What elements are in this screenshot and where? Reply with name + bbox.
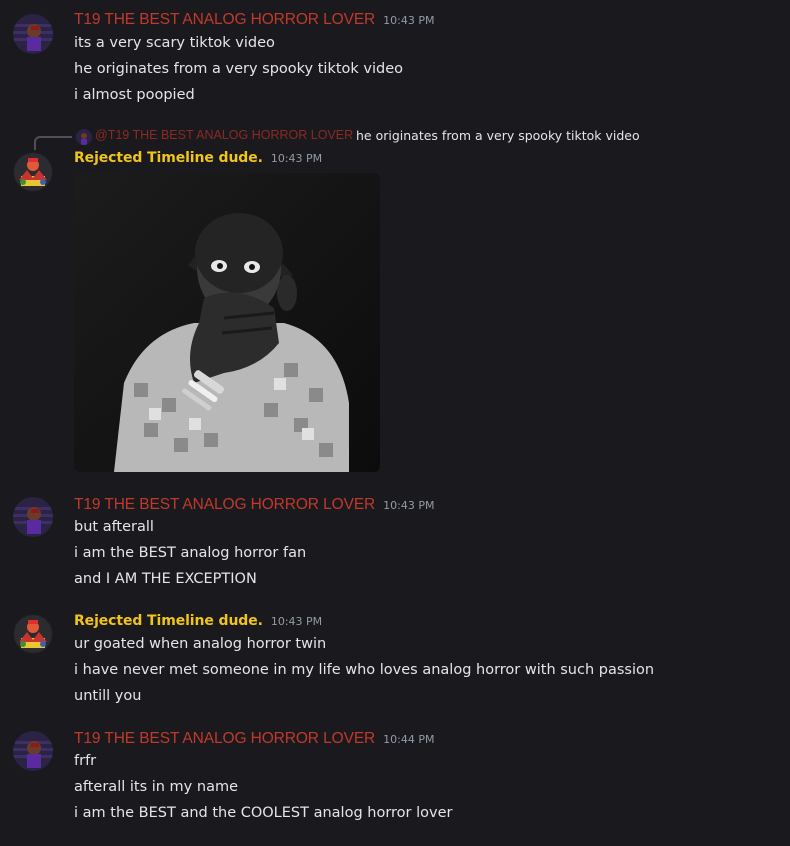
username[interactable]: T19 THE BEST ANALOG HORROR LOVER [74, 11, 375, 29]
message-text: he originates from a very spooky tiktok … [74, 61, 404, 77]
timestamp: 10:43 PM [270, 152, 323, 165]
avatar[interactable] [13, 731, 53, 771]
timestamp: 10:43 PM [270, 615, 323, 628]
message-text: i almost poopied [74, 87, 195, 103]
message-text: afterall its in my name [74, 779, 238, 795]
reply-preview[interactable]: he originates from a very spooky tiktok … [356, 128, 640, 143]
message-text: i have never met someone in my life who … [74, 662, 655, 678]
message-text: untill you [74, 688, 142, 704]
timestamp: 10:43 PM [383, 14, 435, 27]
message-text: i am the BEST and the COOLEST analog hor… [74, 805, 453, 821]
reply-connector [34, 136, 72, 150]
message-text: i am the BEST analog horror fan [74, 545, 307, 561]
message-text: frfr [74, 753, 97, 769]
avatar[interactable] [13, 152, 53, 192]
username[interactable]: Rejected Timeline dude. [74, 613, 263, 629]
username[interactable]: Rejected Timeline dude. [74, 150, 263, 166]
username[interactable]: T19 THE BEST ANALOG HORROR LOVER [74, 730, 375, 748]
timestamp: 10:44 PM [383, 733, 435, 746]
username[interactable]: T19 THE BEST ANALOG HORROR LOVER [74, 496, 375, 514]
message-text: ur goated when analog horror twin [74, 636, 327, 652]
reply-avatar [76, 129, 92, 145]
avatar[interactable] [13, 497, 53, 537]
message-text: its a very scary tiktok video [74, 35, 275, 51]
reply-mention[interactable]: @T19 THE BEST ANALOG HORROR LOVER [95, 128, 353, 142]
avatar[interactable] [13, 614, 53, 654]
avatar[interactable] [13, 14, 53, 54]
timestamp: 10:43 PM [383, 499, 435, 512]
message-text: but afterall [74, 519, 154, 535]
image-attachment[interactable] [74, 173, 380, 472]
message-text: and I AM THE EXCEPTION [74, 571, 257, 587]
